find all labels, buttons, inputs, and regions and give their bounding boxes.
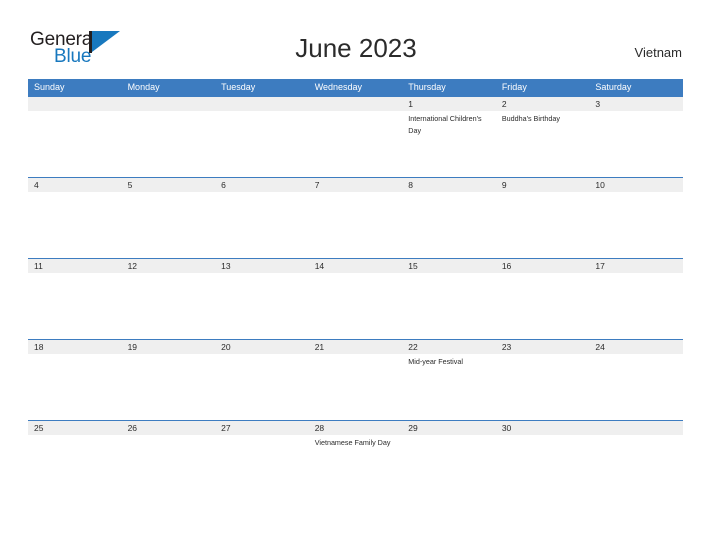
day-event[interactable]	[309, 273, 403, 339]
day-number[interactable]	[589, 421, 683, 435]
day-event[interactable]	[122, 273, 216, 339]
day-number[interactable]: 2	[496, 97, 590, 111]
calendar-grid: Sunday Monday Tuesday Wednesday Thursday…	[28, 79, 683, 501]
day-number[interactable]: 15	[402, 259, 496, 273]
day-event[interactable]	[402, 192, 496, 258]
day-event[interactable]	[309, 354, 403, 420]
weekday-header-saturday: Saturday	[595, 82, 632, 92]
day-number[interactable]	[28, 97, 122, 111]
day-event[interactable]	[215, 111, 309, 177]
day-event[interactable]	[309, 111, 403, 177]
day-number[interactable]	[309, 97, 403, 111]
day-event[interactable]	[589, 273, 683, 339]
calendar-week-row: 1 2 3 International Children's Day Buddh…	[28, 96, 683, 177]
week-daynumber-band: 25 26 27 28 29 30	[28, 421, 683, 435]
day-event[interactable]	[309, 192, 403, 258]
week-daynumber-band: 1 2 3	[28, 97, 683, 111]
day-event[interactable]	[589, 354, 683, 420]
day-number[interactable]: 16	[496, 259, 590, 273]
day-event[interactable]	[496, 273, 590, 339]
day-event[interactable]: International Children's Day	[402, 111, 496, 177]
week-daynumber-band: 18 19 20 21 22 23 24	[28, 340, 683, 354]
day-event[interactable]	[28, 111, 122, 177]
week-event-band	[28, 192, 683, 258]
day-number[interactable]: 13	[215, 259, 309, 273]
page-title: June 2023	[295, 33, 417, 63]
day-number[interactable]: 14	[309, 259, 403, 273]
day-event[interactable]	[215, 273, 309, 339]
day-number[interactable]: 12	[122, 259, 216, 273]
day-number[interactable]: 25	[28, 421, 122, 435]
day-number[interactable]: 8	[402, 178, 496, 192]
day-event[interactable]	[28, 273, 122, 339]
country-label: Vietnam	[634, 45, 682, 60]
weekday-header-friday: Friday	[501, 82, 527, 92]
calendar-week-row: 18 19 20 21 22 23 24 Mid-year Festival	[28, 339, 683, 420]
calendar-week-row: 11 12 13 14 15 16 17	[28, 258, 683, 339]
day-number[interactable]: 19	[122, 340, 216, 354]
day-number[interactable]: 21	[309, 340, 403, 354]
day-number[interactable]: 17	[589, 259, 683, 273]
day-event[interactable]: Mid-year Festival	[402, 354, 496, 420]
day-event[interactable]	[122, 354, 216, 420]
day-event[interactable]	[402, 435, 496, 501]
day-event[interactable]	[496, 192, 590, 258]
day-number[interactable]: 23	[496, 340, 590, 354]
day-event[interactable]	[215, 354, 309, 420]
week-event-band: Mid-year Festival	[28, 354, 683, 420]
weekday-header-wednesday: Wednesday	[314, 82, 363, 92]
day-event[interactable]	[589, 111, 683, 177]
day-number[interactable]: 27	[215, 421, 309, 435]
day-number[interactable]: 1	[402, 97, 496, 111]
day-number[interactable]: 9	[496, 178, 590, 192]
day-number[interactable]: 4	[28, 178, 122, 192]
day-number[interactable]: 6	[215, 178, 309, 192]
day-event[interactable]	[402, 273, 496, 339]
day-event[interactable]	[28, 192, 122, 258]
day-number[interactable]: 11	[28, 259, 122, 273]
day-event[interactable]: Vietnamese Family Day	[309, 435, 403, 501]
weekday-header-row: Sunday Monday Tuesday Wednesday Thursday…	[28, 79, 683, 96]
calendar-page: General Blue June 2023 Vietnam Sunday Mo…	[0, 0, 712, 550]
day-number[interactable]: 28	[309, 421, 403, 435]
day-event[interactable]	[496, 435, 590, 501]
day-number[interactable]: 22	[402, 340, 496, 354]
day-event[interactable]	[122, 111, 216, 177]
day-number[interactable]: 29	[402, 421, 496, 435]
day-event[interactable]	[122, 435, 216, 501]
day-number[interactable]	[215, 97, 309, 111]
calendar-week-row: 4 5 6 7 8 9 10	[28, 177, 683, 258]
page-header: General Blue June 2023 Vietnam	[0, 0, 712, 78]
calendar-week-row: 25 26 27 28 29 30 Vietnamese Family Day	[28, 420, 683, 501]
day-event[interactable]	[122, 192, 216, 258]
day-number[interactable]: 20	[215, 340, 309, 354]
day-number[interactable]	[122, 97, 216, 111]
week-event-band	[28, 273, 683, 339]
weekday-header-monday: Monday	[127, 82, 160, 92]
weekday-header-tuesday: Tuesday	[221, 82, 256, 92]
week-event-band: International Children's Day Buddha's Bi…	[28, 111, 683, 177]
week-daynumber-band: 4 5 6 7 8 9 10	[28, 178, 683, 192]
day-event[interactable]	[215, 192, 309, 258]
week-daynumber-band: 11 12 13 14 15 16 17	[28, 259, 683, 273]
day-number[interactable]: 5	[122, 178, 216, 192]
day-number[interactable]: 7	[309, 178, 403, 192]
day-event[interactable]	[28, 354, 122, 420]
day-event[interactable]	[28, 435, 122, 501]
day-event[interactable]: Buddha's Birthday	[496, 111, 590, 177]
day-event[interactable]	[589, 192, 683, 258]
day-number[interactable]: 24	[589, 340, 683, 354]
day-event[interactable]	[215, 435, 309, 501]
day-number[interactable]: 3	[589, 97, 683, 111]
day-number[interactable]: 10	[589, 178, 683, 192]
weekday-header-sunday: Sunday	[34, 82, 65, 92]
day-number[interactable]: 18	[28, 340, 122, 354]
day-number[interactable]: 30	[496, 421, 590, 435]
day-number[interactable]: 26	[122, 421, 216, 435]
weekday-header-thursday: Thursday	[408, 82, 446, 92]
week-event-band: Vietnamese Family Day	[28, 435, 683, 501]
day-event[interactable]	[589, 435, 683, 501]
day-event[interactable]	[496, 354, 590, 420]
